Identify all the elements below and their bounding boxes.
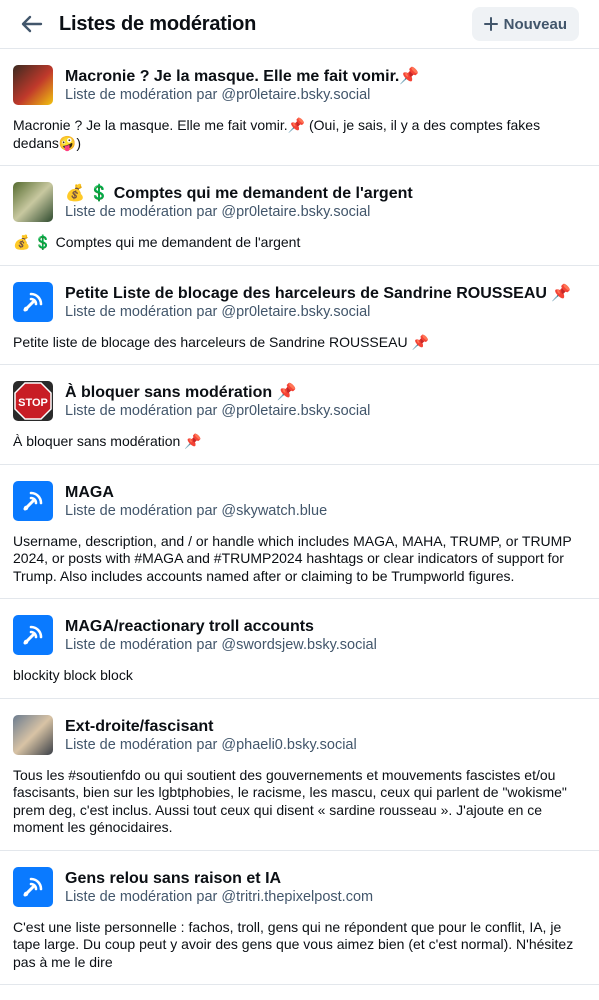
list-description: À bloquer sans modération 📌 — [13, 433, 202, 449]
list-avatar — [13, 866, 53, 907]
list-item[interactable]: 💰 💲 Comptes qui me demandent de l'argent… — [0, 166, 599, 266]
list-owner: Liste de modération par @pr0letaire.bsky… — [65, 204, 371, 220]
list-owner: Liste de modération par @pr0letaire.bsky… — [65, 87, 371, 103]
list-title: MAGA/reactionary troll accounts — [65, 618, 314, 635]
list-icon — [23, 877, 43, 896]
list-description: Macronie ? Je la masque. Elle me fait vo… — [13, 117, 541, 151]
list-item[interactable]: Gens relou sans raison et IA Liste de mod… — [0, 851, 599, 985]
list-item-titles: MAGA Liste de modération par @skywatch.bl… — [65, 481, 327, 521]
list-description: C'est une liste personnelle : fachos, tr… — [13, 918, 574, 970]
list-icon — [23, 491, 43, 510]
page-title: Listes de modération — [59, 12, 257, 35]
list-title: 💰 💲 Comptes qui me demandent de l'argent — [65, 185, 413, 202]
list-item[interactable]: MAGA Liste de modération par @skywatch.bl… — [0, 465, 599, 599]
list-description: Petite liste de blocage des harceleurs d… — [13, 333, 429, 350]
list-item-header: Gens relou sans raison et IA Liste de mod… — [13, 866, 585, 907]
list-item-titles: Macronie ? Je la masque. Elle me fait vo… — [65, 65, 419, 105]
list-title: Ext-droite/fascisant — [65, 717, 214, 735]
list-description: 💰 💲 Comptes qui me demandent de l'argent — [13, 234, 301, 250]
list-owner: Liste de modération par @pr0letaire.bsky… — [65, 403, 371, 419]
list-owner: Liste de modération par @skywatch.blue — [65, 502, 328, 519]
list-item-header: Macronie ? Je la masque. Elle me fait vo… — [13, 65, 585, 105]
list-avatar-photo — [13, 714, 53, 755]
list-item-header: MAGA/reactionary troll accounts Liste de … — [13, 615, 585, 655]
list-item-titles: 💰 💲 Comptes qui me demandent de l'argent… — [65, 182, 413, 222]
list-item[interactable]: Macronie ? Je la masque. Elle me fait vo… — [0, 49, 599, 166]
new-list-button[interactable]: Nouveau — [471, 7, 579, 41]
list-title: À bloquer sans modération 📌 — [65, 384, 297, 401]
new-list-label: Nouveau — [503, 15, 567, 33]
back-arrow-icon[interactable] — [20, 12, 44, 36]
list-description: Username, description, and / or handle w… — [13, 532, 572, 584]
list-avatar: STOP — [13, 381, 53, 421]
list-item-header: 💰 💲 Comptes qui me demandent de l'argent… — [13, 182, 585, 222]
list-item-header: Ext-droite/fascisant Liste de modération … — [13, 714, 585, 755]
list-avatar — [13, 480, 53, 521]
list-title: MAGA — [65, 483, 114, 501]
list-item-header: STOP À bloquer sans modération 📌 Liste de … — [13, 381, 585, 421]
list-item-titles: Gens relou sans raison et IA Liste de mod… — [65, 867, 373, 907]
list-description: Tous les #soutienfdo ou qui soutient des… — [13, 766, 567, 836]
list-owner: Liste de modération par @pr0letaire.bsky… — [65, 303, 371, 320]
list-owner: Liste de modération par @swordsjew.bsky.… — [65, 637, 377, 653]
list-avatar-photo — [13, 182, 53, 222]
list-avatar-photo — [13, 65, 53, 105]
plus-icon — [483, 17, 498, 31]
list-item-titles: Ext-droite/fascisant Liste de modération … — [65, 715, 357, 755]
list-item-titles: À bloquer sans modération 📌 Liste de modé… — [65, 381, 370, 421]
list-description: blockity block block — [13, 667, 133, 683]
stop-sign-icon: STOP — [13, 381, 53, 421]
list-title: Gens relou sans raison et IA — [65, 869, 282, 887]
list-icon — [23, 292, 43, 311]
list-owner: Liste de modération par @tritri.thepixel… — [65, 888, 374, 905]
list-item[interactable]: MAGA/reactionary troll accounts Liste de … — [0, 599, 599, 699]
list-item-header: MAGA Liste de modération par @skywatch.bl… — [13, 480, 585, 521]
list-item[interactable]: STOP À bloquer sans modération 📌 Liste de … — [0, 365, 599, 465]
list-owner: Liste de modération par @phaeli0.bsky.so… — [65, 736, 357, 753]
list-item[interactable]: Ext-droite/fascisant Liste de modération … — [0, 699, 599, 851]
page-header: Listes de modération Nouveau — [0, 0, 599, 49]
list-item-titles: Petite Liste de blocage des harceleurs d… — [65, 282, 571, 322]
list-avatar — [13, 281, 53, 322]
list-icon — [23, 625, 43, 645]
svg-text:STOP: STOP — [18, 397, 48, 409]
list-title: Macronie ? Je la masque. Elle me fait vo… — [65, 68, 420, 85]
list-title: Petite Liste de blocage des harceleurs d… — [65, 284, 572, 302]
moderation-lists: Macronie ? Je la masque. Elle me fait vo… — [0, 49, 599, 985]
list-item-titles: MAGA/reactionary troll accounts Liste de … — [65, 615, 377, 655]
list-avatar — [13, 615, 53, 655]
list-item-header: Petite Liste de blocage des harceleurs d… — [13, 281, 585, 322]
list-item[interactable]: Petite Liste de blocage des harceleurs d… — [0, 266, 599, 365]
